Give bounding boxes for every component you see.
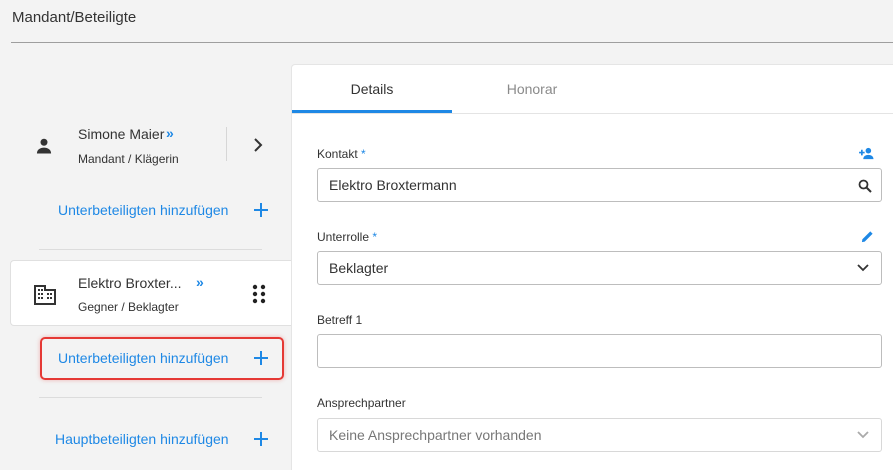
details-panel: Details Honorar Kontakt * Elektro Broxte… xyxy=(291,64,893,470)
betreff-label: Betreff 1 xyxy=(317,313,363,327)
unterrolle-select[interactable]: Beklagter xyxy=(317,251,882,285)
betreff-input[interactable] xyxy=(317,334,882,368)
drag-handle-icon[interactable] xyxy=(251,284,267,304)
expand-details-icon[interactable]: » xyxy=(166,125,174,141)
plus-icon[interactable] xyxy=(254,203,268,217)
ansprechpartner-label: Ansprechpartner xyxy=(317,396,406,410)
expand-details-icon[interactable]: » xyxy=(196,274,204,290)
header-divider xyxy=(11,42,893,43)
tabs-divider xyxy=(292,113,893,114)
divider xyxy=(39,397,262,398)
page-title: Mandant/Beteiligte xyxy=(12,9,137,26)
tab-details[interactable]: Details xyxy=(292,65,452,113)
party-role: Gegner / Beklagter xyxy=(78,300,179,314)
edit-icon[interactable] xyxy=(861,230,874,243)
building-icon xyxy=(34,285,56,305)
page-header: Mandant/Beteiligte xyxy=(0,0,893,43)
party-name: Elektro Broxter... xyxy=(78,275,182,291)
kontakt-field[interactable]: Elektro Broxtermann xyxy=(317,168,882,202)
add-main-party-link[interactable]: Hauptbeteiligten hinzufügen xyxy=(55,431,229,447)
party-name: Simone Maier xyxy=(78,126,165,142)
unterrolle-label: Unterrolle * xyxy=(317,230,378,244)
add-person-icon[interactable] xyxy=(859,147,874,160)
party-role: Mandant / Klägerin xyxy=(78,152,179,166)
add-sub-party-link[interactable]: Unterbeteiligten hinzufügen xyxy=(58,202,228,218)
kontakt-label: Kontakt * xyxy=(317,147,366,161)
card-divider xyxy=(226,127,227,161)
person-icon xyxy=(36,138,52,154)
add-sub-party-link[interactable]: Unterbeteiligten hinzufügen xyxy=(58,350,228,366)
divider xyxy=(39,249,262,250)
chevron-down-icon[interactable] xyxy=(857,264,869,272)
search-icon[interactable] xyxy=(858,179,872,193)
ansprechpartner-select[interactable]: Keine Ansprechpartner vorhanden xyxy=(317,418,882,452)
chevron-down-icon[interactable] xyxy=(857,431,869,439)
chevron-right-icon[interactable] xyxy=(251,137,265,153)
tab-honorar[interactable]: Honorar xyxy=(452,65,612,113)
plus-icon[interactable] xyxy=(254,432,268,446)
plus-icon[interactable] xyxy=(254,351,268,365)
